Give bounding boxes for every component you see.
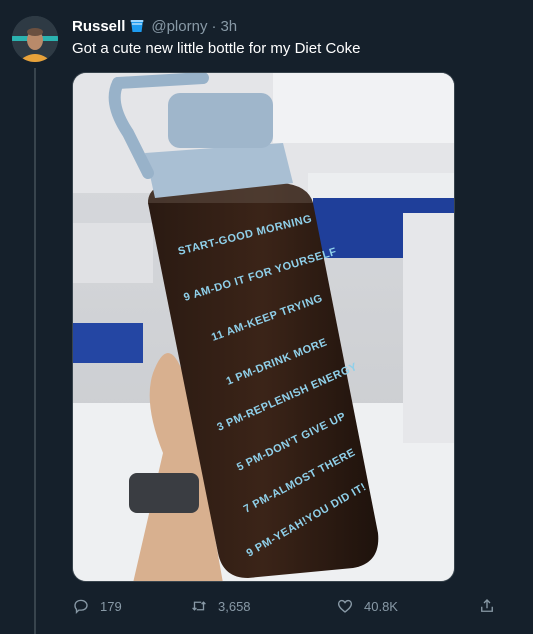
heart-icon: [337, 599, 353, 613]
retweet-icon: [192, 601, 206, 611]
reply-button[interactable]: 179: [72, 594, 122, 618]
share-icon: [481, 599, 493, 612]
cup-badge-icon: [129, 18, 145, 34]
timestamp[interactable]: 3h: [220, 18, 237, 35]
separator-dot: ·: [211, 17, 217, 35]
bottle-label: 11 AM-KEEP TRYING: [210, 292, 325, 343]
tweet-text: Got a cute new little bottle for my Diet…: [72, 40, 361, 57]
tweet-actions: 179 3,658 40.8K: [72, 594, 502, 618]
like-button[interactable]: 40.8K: [336, 594, 398, 618]
tweet-photo[interactable]: START-GOOD MORNING 9 AM-DO IT FOR YOURSE…: [72, 72, 455, 582]
tweet-header: Russell @plorny · 3h: [72, 16, 237, 36]
avatar[interactable]: [12, 16, 58, 62]
handle[interactable]: @plorny: [151, 18, 207, 35]
bottle-label: START-GOOD MORNING: [177, 213, 314, 258]
thread-line: [34, 68, 36, 634]
like-count: 40.8K: [364, 598, 398, 614]
retweet-count: 3,658: [218, 598, 251, 614]
retweet-button[interactable]: 3,658: [190, 594, 251, 618]
display-name[interactable]: Russell: [72, 18, 125, 35]
reply-count: 179: [100, 598, 122, 614]
share-button[interactable]: [478, 594, 506, 618]
reply-icon: [74, 599, 88, 615]
